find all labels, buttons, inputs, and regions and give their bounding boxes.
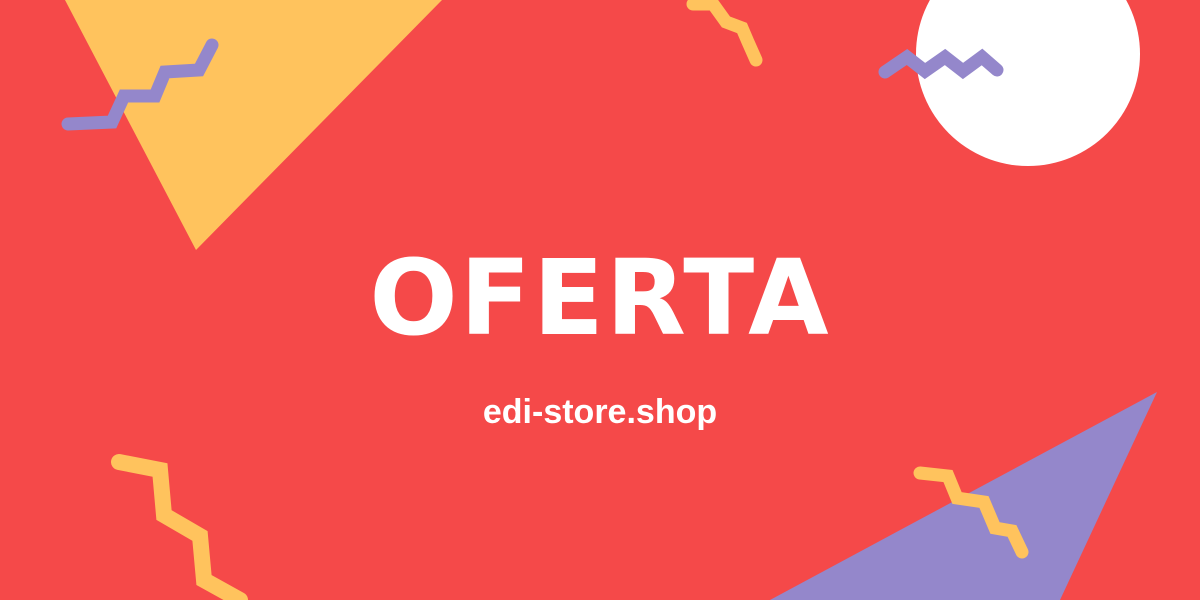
promo-banner: OFERTA edi-store.shop (0, 0, 1200, 600)
headline: OFERTA (369, 237, 831, 359)
website-text: edi-store.shop (482, 393, 718, 431)
